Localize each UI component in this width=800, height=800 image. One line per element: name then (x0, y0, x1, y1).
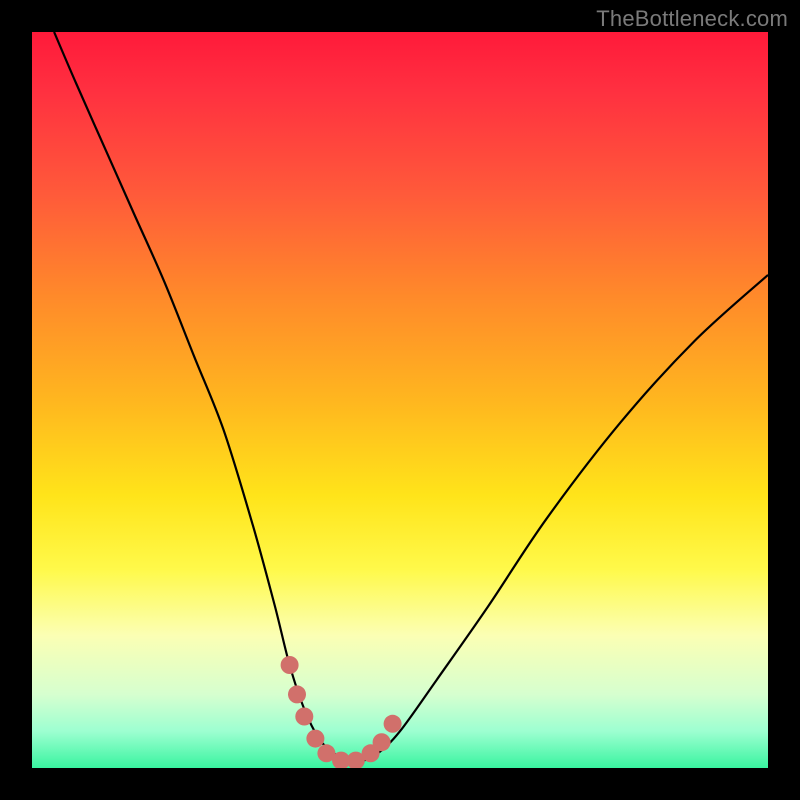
highlight-dot (281, 656, 299, 674)
highlight-dot (306, 730, 324, 748)
highlight-dot (373, 733, 391, 751)
plot-area (32, 32, 768, 768)
highlight-dot (384, 715, 402, 733)
highlight-dot (295, 708, 313, 726)
highlight-dots-group (281, 656, 402, 768)
chart-svg (32, 32, 768, 768)
watermark-text: TheBottleneck.com (596, 6, 788, 32)
highlight-dot (288, 685, 306, 703)
chart-frame: TheBottleneck.com (0, 0, 800, 800)
bottleneck-curve-path (54, 32, 768, 762)
